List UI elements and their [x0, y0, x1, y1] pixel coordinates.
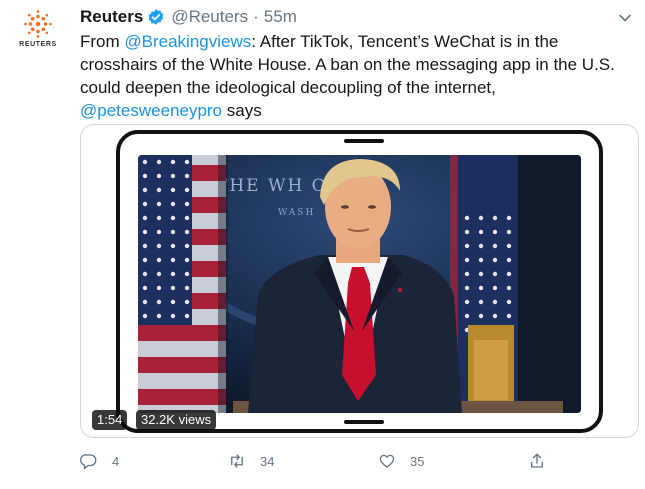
- video-views-badge: 32.2K views: [136, 410, 217, 430]
- tweet-actions: 4 34 35: [80, 452, 550, 474]
- reuters-logo-icon: [24, 10, 52, 38]
- header-separator: ·: [253, 7, 259, 26]
- phone-frame: THE WH OUSE WASH: [116, 130, 603, 433]
- text-suffix: says: [222, 101, 262, 120]
- avatar-brand-text: REUTERS: [19, 41, 57, 48]
- phone-home-bar: [344, 420, 384, 424]
- video-player[interactable]: THE WH OUSE WASH: [138, 155, 581, 413]
- author-handle[interactable]: @Reuters: [171, 7, 248, 27]
- author-name[interactable]: Reuters: [80, 7, 143, 27]
- like-count: 35: [410, 453, 425, 469]
- text-prefix: From: [80, 32, 125, 51]
- tweet[interactable]: REUTERS Reuters @Reuters · 55m From @Bre…: [0, 0, 645, 489]
- chevron-down-icon[interactable]: [617, 10, 633, 26]
- reply-count: 4: [112, 453, 120, 469]
- reply-icon: [80, 454, 97, 470]
- reply-button[interactable]: 4: [80, 452, 119, 470]
- retweet-button[interactable]: 34: [228, 452, 274, 470]
- like-icon: [379, 454, 395, 468]
- tweet-text: From @Breakingviews: After TikTok, Tence…: [80, 30, 625, 122]
- like-button[interactable]: 35: [378, 452, 424, 470]
- share-button[interactable]: [528, 452, 560, 470]
- avatar[interactable]: REUTERS: [14, 8, 62, 56]
- video-card[interactable]: THE WH OUSE WASH 1:54 32.2K views: [80, 124, 639, 438]
- mention-breakingviews[interactable]: @Breakingviews: [124, 32, 251, 51]
- video-duration-badge: 1:54: [92, 410, 128, 430]
- backdrop-text-bottom: WASH: [278, 208, 315, 218]
- retweet-icon: [231, 454, 243, 468]
- verified-badge-icon: [148, 9, 164, 25]
- share-icon: [531, 453, 543, 468]
- retweet-count: 34: [260, 453, 275, 469]
- video-frame-image: THE WH OUSE WASH: [138, 155, 581, 413]
- mention-petesweeneypro[interactable]: @petesweeneypro: [80, 101, 222, 120]
- tweet-timestamp[interactable]: 55m: [264, 7, 297, 27]
- phone-speaker: [344, 139, 384, 143]
- tweet-header: Reuters @Reuters · 55m: [80, 6, 297, 28]
